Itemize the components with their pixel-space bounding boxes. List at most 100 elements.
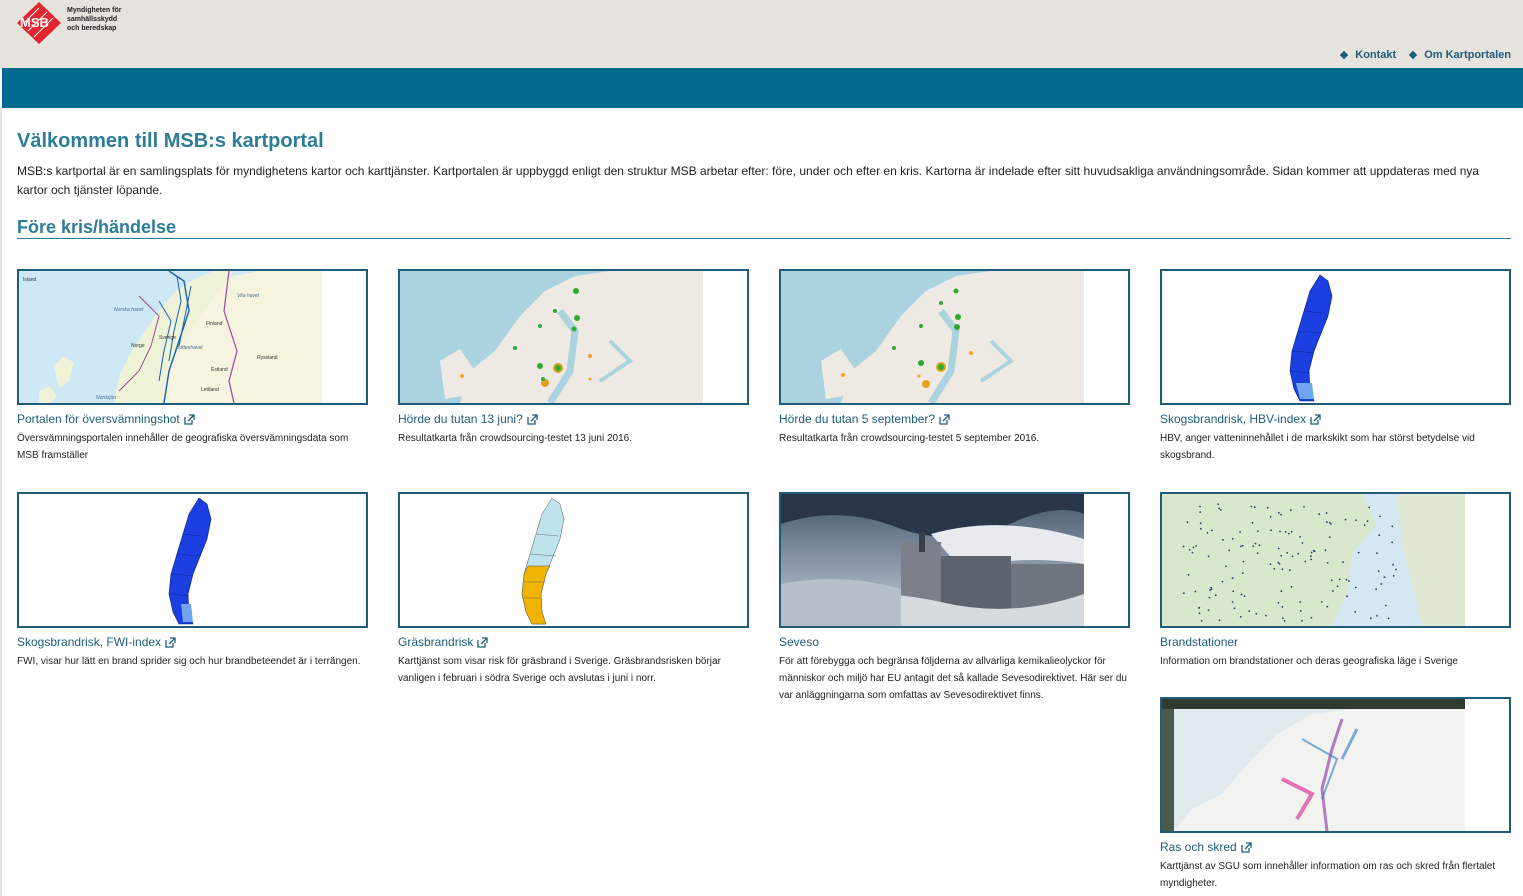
svg-text:MSB: MSB — [20, 15, 49, 30]
station-dot — [1250, 505, 1253, 508]
station-dot — [1299, 610, 1302, 612]
crowdsourcing-map-image — [400, 271, 703, 403]
station-dot — [1380, 583, 1383, 585]
card-thumbnail[interactable] — [779, 492, 1130, 628]
card-seveso[interactable]: Seveso För att förebygga och begränsa fö… — [779, 492, 1130, 704]
svg-text:Nordsjön: Nordsjön — [96, 395, 116, 401]
station-dot — [1379, 515, 1381, 518]
station-dot — [1385, 604, 1387, 607]
card-fwi-index[interactable]: Skogsbrandrisk, FWI-index FWI, visar hur… — [17, 492, 368, 670]
station-dot — [1233, 607, 1236, 610]
station-dot — [1182, 545, 1185, 548]
crowdsourcing-map-image — [781, 271, 1084, 403]
card-thumbnail[interactable] — [17, 492, 368, 628]
station-dot — [1225, 565, 1227, 568]
header-links: Kontakt Om Kartportalen — [1340, 49, 1511, 61]
station-dot — [1391, 541, 1393, 544]
station-dot — [1377, 570, 1380, 572]
station-dot — [1290, 530, 1293, 533]
station-dot — [1378, 534, 1381, 537]
diamond-bullet-icon — [1340, 50, 1349, 60]
card-grass-fire[interactable]: Gräsbrandrisk Karttjänst som visar risk … — [398, 492, 749, 687]
card-thumbnail[interactable] — [1160, 492, 1511, 628]
contact-link[interactable]: Kontakt — [1340, 49, 1396, 61]
station-dot — [1254, 542, 1257, 545]
station-dot — [1239, 616, 1242, 618]
station-dot — [1218, 507, 1220, 510]
station-dot — [1200, 527, 1202, 530]
card-title-link[interactable]: Ras och skred — [1160, 840, 1511, 854]
card-hbv-index[interactable]: Skogsbrandrisk, HBV-index HBV, anger vat… — [1160, 269, 1511, 464]
card-flood-portal[interactable]: Island Norska havet Vita havet Finland S… — [17, 269, 368, 464]
svg-text:Bottenhavet: Bottenhavet — [176, 345, 203, 351]
station-dot — [1210, 588, 1213, 591]
card-title-link[interactable]: Brandstationer — [1160, 635, 1511, 649]
station-dot — [1391, 525, 1394, 528]
station-dot — [1312, 549, 1315, 552]
station-dot — [1330, 523, 1332, 525]
card-tutan-september[interactable]: Hörde du tutan 5 september? Resultatkart… — [779, 269, 1130, 447]
svg-text:Norge: Norge — [131, 343, 145, 349]
station-dot — [1217, 503, 1220, 505]
card-landslides[interactable]: Ras och skred Karttjänst av SGU som inne… — [1160, 697, 1511, 892]
station-dot — [1289, 569, 1291, 572]
station-dot — [1277, 547, 1280, 550]
card-thumbnail[interactable]: Island Norska havet Vita havet Finland S… — [17, 269, 368, 405]
card-title-link[interactable]: Portalen för översvämningshot — [17, 412, 368, 426]
station-dot — [1366, 520, 1369, 523]
card-thumbnail[interactable] — [1160, 269, 1511, 405]
left-border — [0, 108, 2, 896]
station-dot — [1282, 617, 1284, 619]
station-dot — [1280, 554, 1283, 557]
sweden-grass-fire-map-image — [521, 497, 565, 625]
station-dot — [1310, 558, 1313, 561]
card-title-link[interactable]: Hörde du tutan 13 juni? — [398, 412, 749, 426]
card-thumbnail[interactable] — [779, 269, 1130, 405]
station-dot — [1277, 561, 1280, 564]
logo-text: Myndigheten för samhällsskydd och bereds… — [67, 6, 122, 32]
card-thumbnail[interactable] — [398, 492, 749, 628]
station-dot — [1207, 555, 1210, 558]
station-dot — [1290, 586, 1293, 588]
station-dot — [1326, 605, 1329, 608]
sweden-fwi-map-image — [168, 497, 212, 625]
card-title-link[interactable]: Skogsbrandrisk, HBV-index — [1160, 412, 1511, 426]
card-title-link[interactable]: Seveso — [779, 635, 1130, 649]
station-dot — [1218, 619, 1221, 622]
station-dot — [1299, 536, 1301, 538]
external-link-icon — [165, 636, 176, 648]
card-description: Översvämningsportalen innehåller de geog… — [17, 433, 349, 461]
card-title-link[interactable]: Skogsbrandrisk, FWI-index — [17, 635, 368, 649]
card-title-link[interactable]: Gräsbrandrisk — [398, 635, 749, 649]
msb-logo-mark: MSB — [17, 2, 61, 44]
station-dot — [1303, 505, 1305, 508]
station-dot — [1318, 513, 1321, 516]
card-tutan-june[interactable]: Hörde du tutan 13 juni? Resultatkarta fr… — [398, 269, 749, 447]
station-dot — [1242, 560, 1245, 563]
station-dot — [1330, 579, 1333, 582]
station-dot — [1283, 620, 1286, 622]
top-header: MSB Myndigheten för samhällsskydd och be… — [0, 0, 1523, 68]
msb-logo[interactable]: MSB Myndigheten för samhällsskydd och be… — [16, 1, 127, 45]
about-link[interactable]: Om Kartportalen — [1408, 49, 1511, 61]
station-dot — [1211, 529, 1213, 532]
station-dot — [1320, 601, 1323, 603]
card-description: FWI, visar hur lätt en brand sprider sig… — [17, 656, 361, 667]
diamond-bullet-icon — [1408, 50, 1418, 60]
svg-text:Estland: Estland — [211, 367, 228, 373]
card-fire-stations[interactable]: Brandstationer Information om brandstati… — [1160, 492, 1511, 670]
svg-text:Lettland: Lettland — [201, 387, 219, 393]
station-dot — [1277, 602, 1280, 604]
card-thumbnail[interactable] — [1160, 697, 1511, 833]
station-dot — [1344, 518, 1347, 521]
svg-text:Finland: Finland — [206, 321, 223, 327]
card-thumbnail[interactable] — [398, 269, 749, 405]
station-dot — [1207, 609, 1210, 611]
station-dot — [1240, 593, 1243, 596]
station-dot — [1287, 532, 1290, 535]
station-dot — [1221, 580, 1224, 583]
card-title-link[interactable]: Hörde du tutan 5 september? — [779, 412, 1130, 426]
station-dot — [1183, 592, 1185, 595]
station-dot — [1324, 549, 1327, 552]
industrial-plant-photo — [781, 494, 1084, 626]
